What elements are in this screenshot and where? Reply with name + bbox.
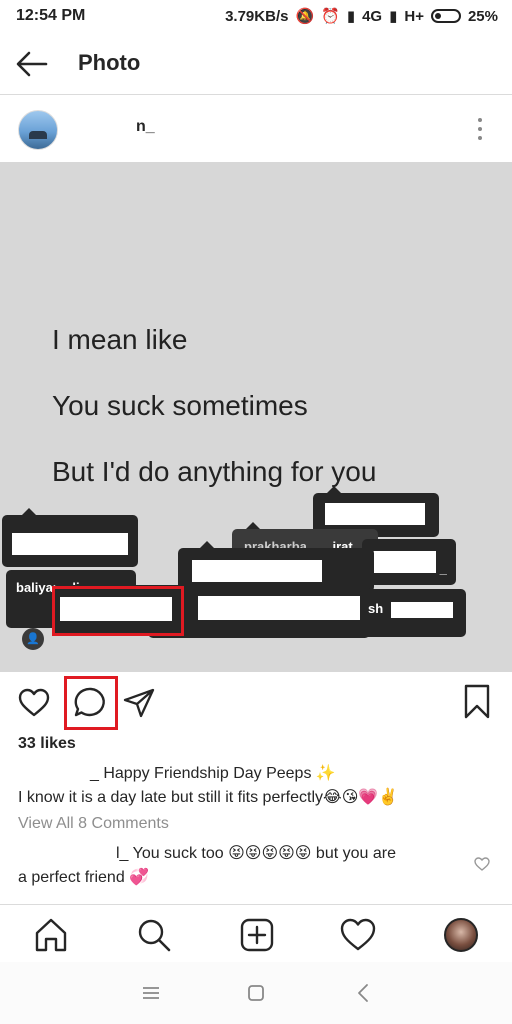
- more-vertical-icon: [478, 118, 482, 122]
- add-post-icon: [240, 918, 274, 952]
- alarm-icon: ⏰: [321, 8, 340, 25]
- nav-add-post[interactable]: [237, 915, 277, 955]
- home-icon: [35, 918, 67, 952]
- post-author-username[interactable]: n_: [136, 118, 155, 136]
- post-caption: _ Happy Friendship Day Peeps ✨ I know it…: [18, 762, 498, 810]
- home-system-button[interactable]: [247, 984, 265, 1002]
- comment-button[interactable]: [64, 676, 118, 730]
- likes-count[interactable]: 33 likes: [18, 735, 76, 753]
- bottom-navigation: [0, 904, 512, 963]
- nav-activity[interactable]: [338, 915, 378, 955]
- battery-icon: [430, 9, 461, 23]
- comment-icon: [74, 687, 105, 717]
- signal-icon: ▮: [346, 8, 356, 25]
- chevron-left-icon: [358, 984, 368, 1002]
- back-system-button[interactable]: [356, 983, 370, 1003]
- signal-icon-2: ▮: [389, 8, 398, 25]
- page-title: Photo: [78, 50, 141, 75]
- photo-text-line-3: But I'd do anything for you: [52, 456, 377, 487]
- search-icon: [138, 919, 171, 952]
- nav-home[interactable]: [31, 915, 71, 955]
- status-time: 12:54 PM: [16, 7, 86, 24]
- redacted-username: [12, 533, 128, 555]
- arrow-left-icon: [16, 51, 48, 77]
- view-all-comments-link[interactable]: View All 8 Comments: [18, 815, 169, 833]
- heart-icon: [340, 918, 376, 951]
- photo-text-line-1: I mean like: [52, 324, 188, 355]
- comment-line: a perfect friend 💞: [18, 869, 150, 886]
- caption-line: _ Happy Friendship Day Peeps ✨: [90, 765, 336, 782]
- user-tag-sh[interactable]: sh: [360, 589, 466, 637]
- redacted-username: [390, 601, 453, 618]
- nav-search[interactable]: [134, 915, 174, 955]
- user-tag[interactable]: _: [362, 539, 456, 585]
- user-tag[interactable]: [2, 515, 138, 567]
- redacted-username: [198, 596, 368, 620]
- share-button[interactable]: [122, 686, 156, 720]
- tag-username: _: [439, 561, 447, 576]
- mute-icon: 🔕: [295, 8, 315, 25]
- back-button[interactable]: [14, 48, 50, 80]
- recents-button[interactable]: [142, 986, 160, 1000]
- like-button[interactable]: [17, 686, 51, 720]
- highlight-box: [52, 586, 184, 636]
- caption-line: I know it is a day late but still it fit…: [18, 789, 399, 806]
- redacted-username: [192, 560, 322, 582]
- comment-preview: l_ You suck too 😝😝😝😝😝 but you are a perf…: [18, 842, 458, 890]
- send-icon: [123, 688, 155, 718]
- redacted-username: [372, 551, 436, 573]
- heart-icon: [18, 688, 50, 717]
- more-options-button[interactable]: [470, 116, 490, 144]
- network-type-2: H+: [404, 7, 424, 25]
- network-type: 4G: [362, 7, 383, 25]
- comment-line: l_ You suck too 😝😝😝😝😝 but you are: [116, 845, 396, 862]
- save-button[interactable]: [462, 684, 492, 720]
- status-bar: 12:54 PM 3.79KB/s 🔕 ⏰ ▮ 4G ▮ H+ 25%: [0, 0, 512, 34]
- system-navigation-bar: [0, 962, 512, 1024]
- tag-people-icon[interactable]: 👤: [22, 628, 44, 650]
- comment-like-button[interactable]: [473, 856, 491, 872]
- heart-icon: [474, 857, 490, 871]
- network-speed: 3.79KB/s: [225, 7, 289, 25]
- photo-text-line-2: You suck sometimes: [52, 390, 308, 421]
- top-app-bar: Photo: [0, 34, 512, 95]
- status-indicators: 3.79KB/s 🔕 ⏰ ▮ 4G ▮ H+ 25%: [225, 7, 498, 26]
- menu-icon: [143, 987, 159, 999]
- nav-profile-avatar[interactable]: [444, 918, 478, 952]
- redacted-username: [325, 503, 425, 525]
- battery-level: 25%: [467, 7, 498, 25]
- bookmark-icon: [464, 684, 490, 719]
- tag-username: sh: [368, 601, 384, 616]
- post-author-avatar[interactable]: [18, 110, 58, 150]
- square-icon: [248, 985, 264, 1001]
